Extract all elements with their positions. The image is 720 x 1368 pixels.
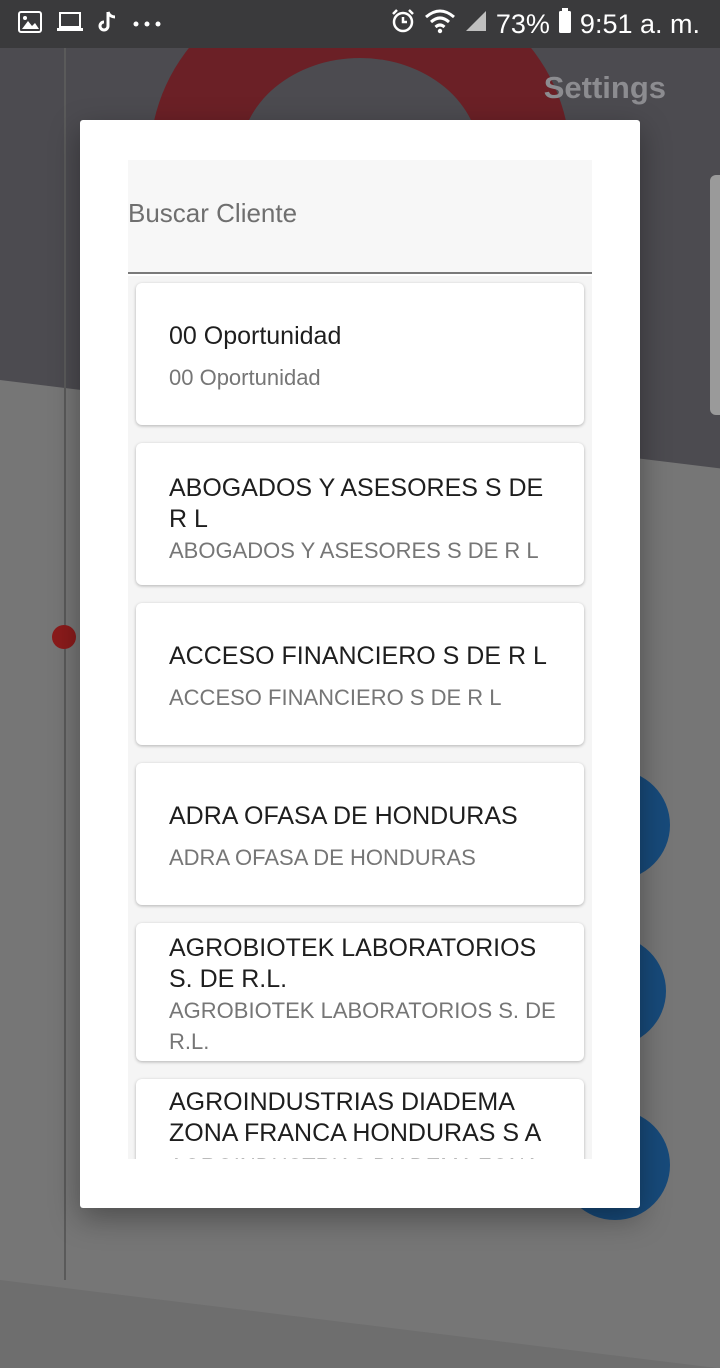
tiktok-icon <box>98 10 118 39</box>
client-name: AGROINDUSTRIAS DIADEMA ZONA FRANCA HONDU… <box>169 1088 542 1147</box>
search-field[interactable] <box>128 160 592 274</box>
search-input[interactable] <box>128 198 568 229</box>
client-name: ABOGADOS Y ASESORES S DE R L <box>169 474 544 533</box>
status-bar: 73% 9:51 a. m. <box>0 0 720 48</box>
image-icon <box>18 10 42 38</box>
client-subtitle: ADRA OFASA DE HONDURAS <box>169 845 476 870</box>
client-subtitle: ACCESO FINANCIERO S DE R L <box>169 685 502 710</box>
client-subtitle: AGROBIOTEK LABORATORIOS S. DE R.L. <box>169 998 556 1054</box>
alarm-icon <box>390 8 416 41</box>
client-list[interactable]: 00 Oportunidad 00 Oportunidad ABOGADOS Y… <box>128 276 592 1159</box>
client-name: ADRA OFASA DE HONDURAS <box>169 802 518 830</box>
more-dots-icon <box>132 15 162 33</box>
list-item[interactable]: AGROBIOTEK LABORATORIOS S. DE R.L. AGROBI… <box>136 923 584 1061</box>
list-item[interactable]: ACCESO FINANCIERO S DE R L ACCESO FINANCI… <box>136 603 584 745</box>
client-subtitle: 00 Oportunidad <box>169 365 321 390</box>
clock: 9:51 a. m. <box>579 8 700 39</box>
list-item[interactable]: 00 Oportunidad 00 Oportunidad <box>136 283 584 425</box>
list-item[interactable]: ADRA OFASA DE HONDURAS ADRA OFASA DE HOND… <box>136 763 584 905</box>
client-name: 00 Oportunidad <box>169 322 342 350</box>
wifi-icon <box>424 8 456 41</box>
client-name: AGROBIOTEK LABORATORIOS S. DE R.L. <box>169 934 537 993</box>
list-item[interactable]: AGROINDUSTRIAS DIADEMA ZONA FRANCA HONDU… <box>136 1079 584 1159</box>
laptop-icon <box>56 11 84 38</box>
scroll-handle[interactable] <box>710 175 720 415</box>
battery-percent: 73% <box>495 8 550 39</box>
battery-icon <box>558 7 572 41</box>
client-subtitle: AGROINDUSTRIAS DIADEMA ZONA FRANCA HONDU… <box>169 1151 560 1159</box>
timeline-dot <box>52 625 76 649</box>
signal-icon <box>464 9 488 40</box>
timeline-line <box>64 48 66 1280</box>
client-subtitle: ABOGADOS Y ASESORES S DE R L <box>169 538 539 563</box>
list-item[interactable]: ABOGADOS Y ASESORES S DE R L ABOGADOS Y A… <box>136 443 584 585</box>
client-search-dialog: 00 Oportunidad 00 Oportunidad ABOGADOS Y… <box>80 120 640 1208</box>
settings-link[interactable]: Settings <box>544 70 666 106</box>
client-name: ACCESO FINANCIERO S DE R L <box>169 642 547 670</box>
